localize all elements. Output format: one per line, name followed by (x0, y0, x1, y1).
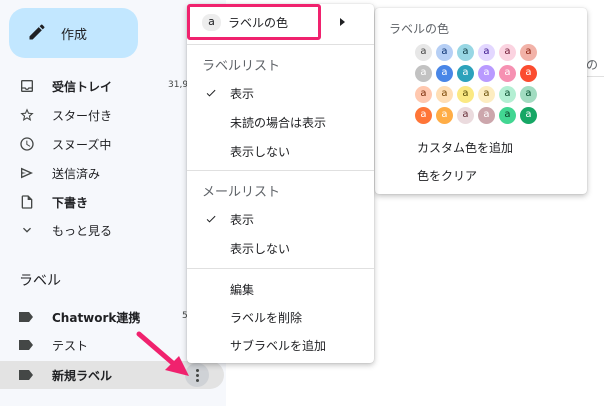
divider (187, 170, 374, 171)
label-color-submenu: ラベルの色 aaaaaaaaaaaaaaaaaaaaaaaa カスタム色を追加 … (375, 8, 587, 194)
menu-item-mail-hide[interactable]: 表示しない (230, 240, 290, 257)
submenu-header: ラベルの色 (389, 22, 450, 36)
divider (187, 44, 374, 45)
color-swatch[interactable]: a (415, 86, 432, 103)
label-context-menu: a ラベルの色 ラベルリスト 表示 未読の場合は表示 表示しない メールリスト … (187, 4, 374, 363)
star-icon (20, 108, 34, 121)
color-swatch[interactable]: a (499, 65, 516, 82)
sidebar-item-label: 受信トレイ (52, 80, 113, 94)
inbox-icon (21, 80, 33, 92)
menu-item-edit[interactable]: 編集 (230, 281, 254, 298)
label-name: 新規ラベル (52, 369, 113, 383)
chevron-down-icon (23, 227, 31, 233)
labels-section-title: ラベル (19, 273, 61, 289)
color-swatch[interactable]: a (436, 86, 453, 103)
color-swatch[interactable]: a (457, 107, 474, 124)
pencil-icon (29, 24, 45, 40)
color-swatch[interactable]: a (478, 44, 495, 61)
label-icon (19, 370, 33, 380)
sidebar-item-label: もっと見る (52, 224, 113, 238)
list-text-fragment: の (586, 58, 599, 72)
color-swatch[interactable]: a (415, 65, 432, 82)
compose-button[interactable]: 作成 (9, 8, 138, 58)
menu-item-delete-label[interactable]: ラベルを削除 (230, 309, 302, 326)
color-swatch[interactable]: a (478, 107, 495, 124)
color-swatch[interactable]: a (415, 107, 432, 124)
sidebar-item-label: 下書き (52, 196, 89, 210)
label-name: テスト (52, 339, 89, 353)
color-swatch[interactable]: a (478, 65, 495, 82)
color-swatch[interactable]: a (520, 86, 537, 103)
dot (196, 369, 199, 372)
menu-item-mail-show[interactable]: 表示 (230, 211, 254, 228)
dot (196, 374, 199, 377)
check-icon (206, 89, 216, 97)
label-icon (19, 312, 33, 322)
unread-count: 31,9 (168, 80, 189, 90)
color-swatch[interactable]: a (436, 44, 453, 61)
clear-color-button[interactable]: 色をクリア (417, 167, 477, 184)
menu-item-label-show[interactable]: 表示 (230, 85, 254, 102)
compose-label: 作成 (61, 28, 88, 43)
color-swatch[interactable]: a (415, 44, 432, 61)
sidebar-item-label: スヌーズ中 (52, 138, 112, 152)
color-swatch[interactable]: a (520, 65, 537, 82)
color-swatch[interactable]: a (478, 86, 495, 103)
clock-icon (20, 137, 34, 151)
label-icon (19, 340, 33, 350)
annotation-arrow (136, 331, 189, 376)
color-swatch[interactable]: a (457, 86, 474, 103)
menu-item-label-show-if-unread[interactable]: 未読の場合は表示 (230, 114, 326, 131)
label-name: Chatwork連携 (52, 311, 141, 325)
color-swatch[interactable]: a (499, 86, 516, 103)
send-icon (21, 167, 33, 179)
color-swatch[interactable]: a (520, 107, 537, 124)
color-swatch[interactable]: a (457, 44, 474, 61)
color-swatch[interactable]: a (436, 107, 453, 124)
highlight-box (187, 4, 321, 40)
label-list-header: ラベルリスト (202, 59, 281, 74)
color-swatch[interactable]: a (499, 107, 516, 124)
color-swatch[interactable]: a (457, 65, 474, 82)
add-custom-color-button[interactable]: カスタム色を追加 (417, 139, 513, 156)
menu-item-add-sublabel[interactable]: サブラベルを追加 (230, 337, 326, 354)
color-swatch[interactable]: a (499, 44, 516, 61)
color-swatch[interactable]: a (520, 44, 537, 61)
menu-item-label-hide[interactable]: 表示しない (230, 143, 290, 160)
sidebar-item-label: 送信済み (52, 167, 101, 181)
sidebar-item-label: スター付き (52, 109, 113, 123)
submenu-arrow-icon (340, 18, 345, 26)
file-icon (21, 195, 33, 209)
dot (196, 379, 199, 382)
divider (187, 268, 374, 269)
mail-list-header: メールリスト (202, 185, 281, 200)
color-swatch[interactable]: a (436, 65, 453, 82)
check-icon (206, 215, 216, 223)
